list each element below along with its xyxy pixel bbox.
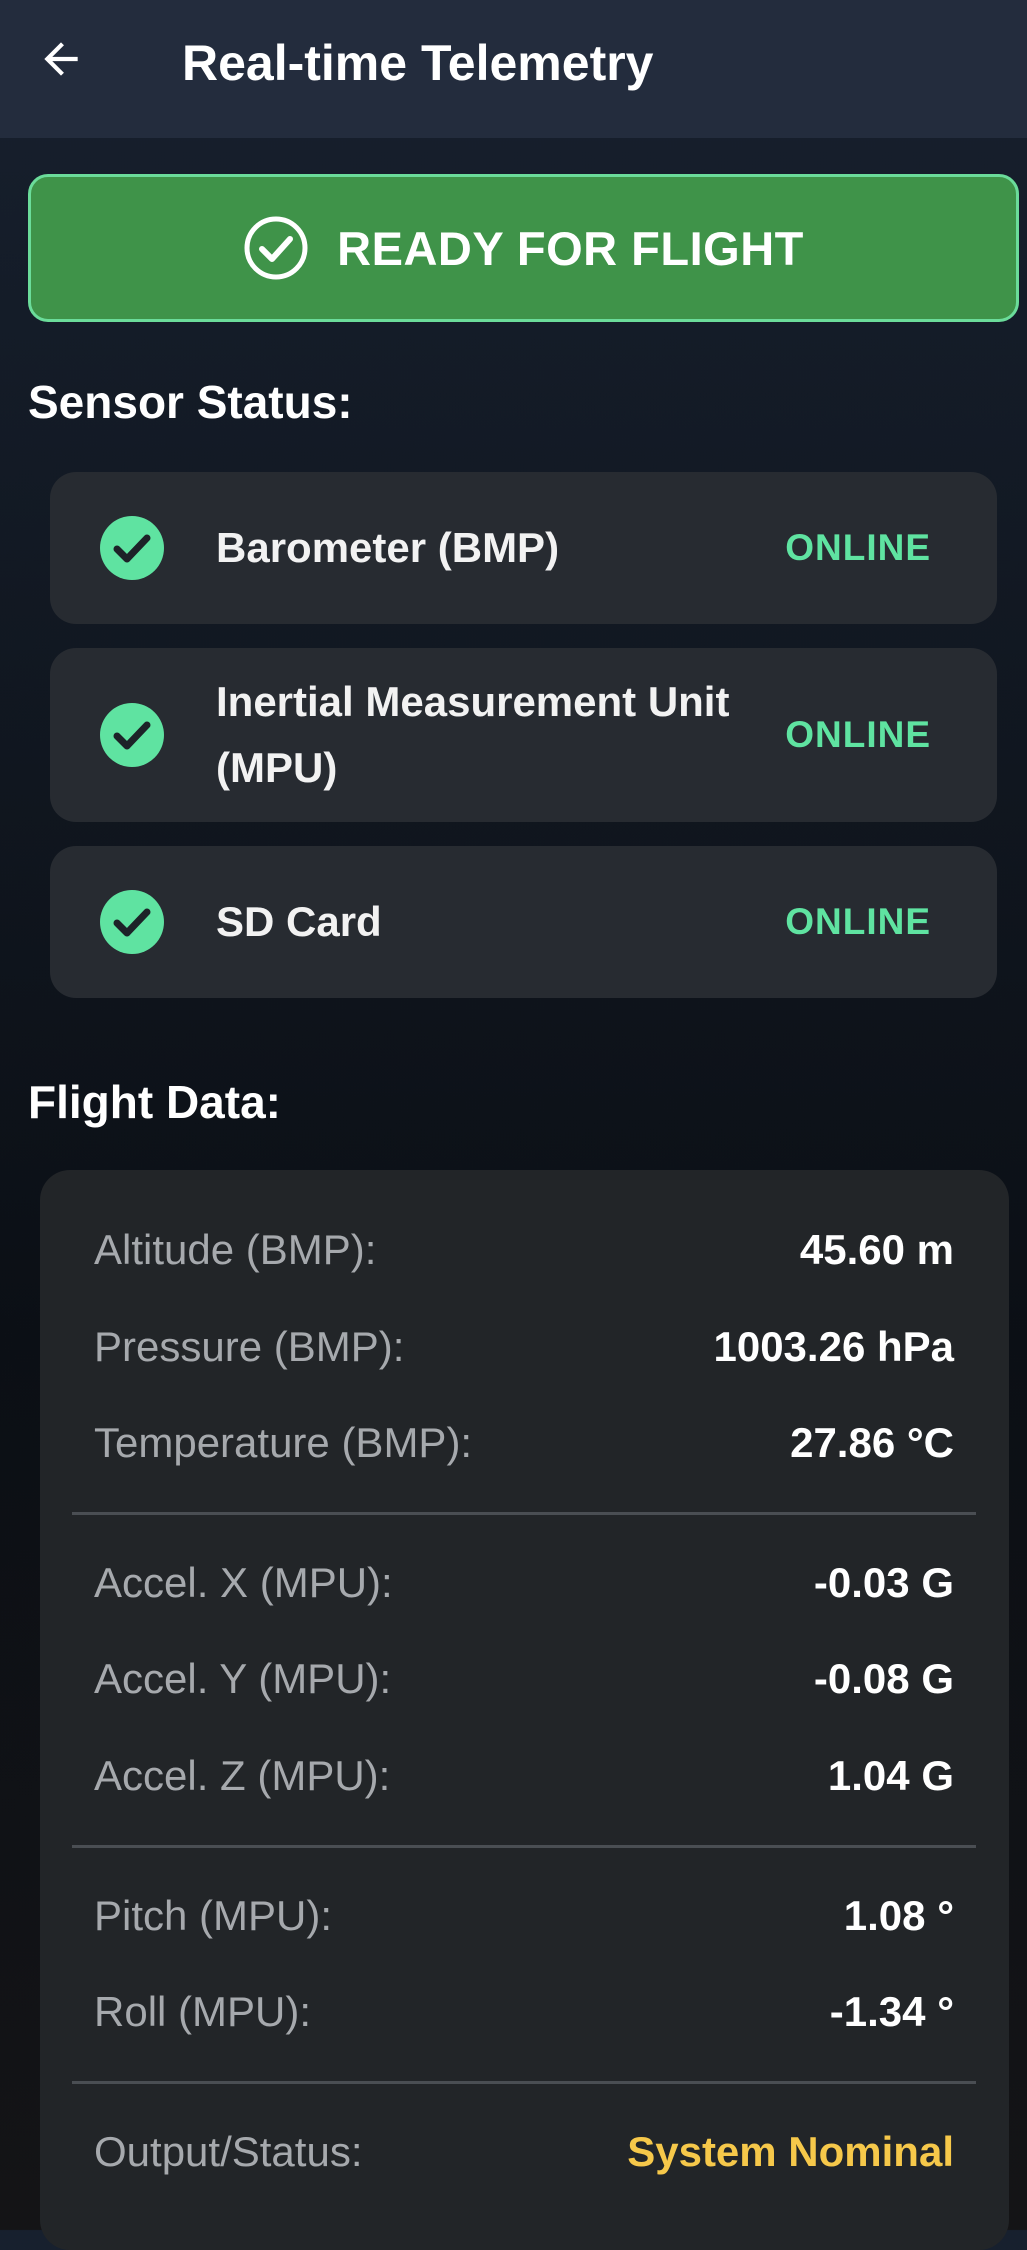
app-bar: Real-time Telemetry xyxy=(0,0,1027,138)
data-label: Accel. Y (MPU): xyxy=(94,1655,392,1702)
divider xyxy=(72,1845,976,1848)
check-circle-icon xyxy=(100,516,164,580)
data-value: -0.08 G xyxy=(813,1655,954,1702)
sensor-card-imu: Inertial Measurement Unit (MPU) ONLINE xyxy=(50,648,997,822)
back-button[interactable] xyxy=(28,26,94,92)
data-row-accel-x: Accel. X (MPU): -0.03 G xyxy=(94,1553,954,1613)
data-label: Accel. Z (MPU): xyxy=(94,1752,391,1799)
sensor-status-badge: ONLINE xyxy=(785,901,931,942)
ready-status-text: READY FOR FLIGHT xyxy=(337,221,804,275)
check-circle-icon xyxy=(100,703,164,767)
data-value: -1.34 ° xyxy=(829,1988,954,2035)
data-row-roll: Roll (MPU): -1.34 ° xyxy=(94,1982,954,2042)
divider xyxy=(72,1512,976,1515)
data-row-accel-y: Accel. Y (MPU): -0.08 G xyxy=(94,1649,954,1709)
sensor-status-badge: ONLINE xyxy=(785,714,931,755)
sensor-card-sd-card: SD Card ONLINE xyxy=(50,846,997,998)
data-label: Altitude (BMP): xyxy=(94,1226,377,1273)
sensor-status-badge: ONLINE xyxy=(785,527,931,568)
data-label: Pressure (BMP): xyxy=(94,1323,405,1370)
check-circle-icon xyxy=(100,890,164,954)
data-row-accel-z: Accel. Z (MPU): 1.04 G xyxy=(94,1746,954,1806)
data-label: Accel. X (MPU): xyxy=(94,1559,393,1606)
data-row-temperature: Temperature (BMP): 27.86 °C xyxy=(94,1413,954,1473)
data-value: 1003.26 hPa xyxy=(713,1323,954,1370)
data-row-output-status: Output/Status: System Nominal xyxy=(94,2122,954,2182)
data-label: Temperature (BMP): xyxy=(94,1419,473,1466)
sensor-status-heading: Sensor Status: xyxy=(28,376,353,428)
data-row-pitch: Pitch (MPU): 1.08 ° xyxy=(94,1886,954,1946)
sensor-label: SD Card xyxy=(216,898,382,945)
system-status-value: System Nominal xyxy=(627,2128,954,2175)
flight-data-panel: Altitude (BMP): 45.60 m Pressure (BMP): … xyxy=(40,1170,1009,2250)
data-value: -0.03 G xyxy=(813,1559,954,1606)
sensor-label: Inertial Measurement Unit (MPU) xyxy=(216,678,730,791)
sensor-label: Barometer (BMP) xyxy=(216,524,560,571)
data-row-altitude: Altitude (BMP): 45.60 m xyxy=(94,1220,954,1280)
check-circle-icon xyxy=(243,215,309,281)
data-label: Pitch (MPU): xyxy=(94,1892,333,1939)
data-value: 27.86 °C xyxy=(790,1419,954,1466)
data-value: 1.08 ° xyxy=(843,1892,954,1939)
data-value: 45.60 m xyxy=(799,1226,954,1273)
data-label: Output/Status: xyxy=(94,2128,363,2175)
data-value: 1.04 G xyxy=(827,1752,954,1799)
arrow-back-icon[interactable] xyxy=(36,34,86,84)
sensor-card-barometer: Barometer (BMP) ONLINE xyxy=(50,472,997,624)
data-label: Roll (MPU): xyxy=(94,1988,311,2035)
flight-data-heading: Flight Data: xyxy=(28,1076,281,1128)
divider xyxy=(72,2081,976,2084)
data-row-pressure: Pressure (BMP): 1003.26 hPa xyxy=(94,1317,954,1377)
ready-status-banner: READY FOR FLIGHT xyxy=(28,174,1019,322)
page-title: Real-time Telemetry xyxy=(182,35,654,91)
